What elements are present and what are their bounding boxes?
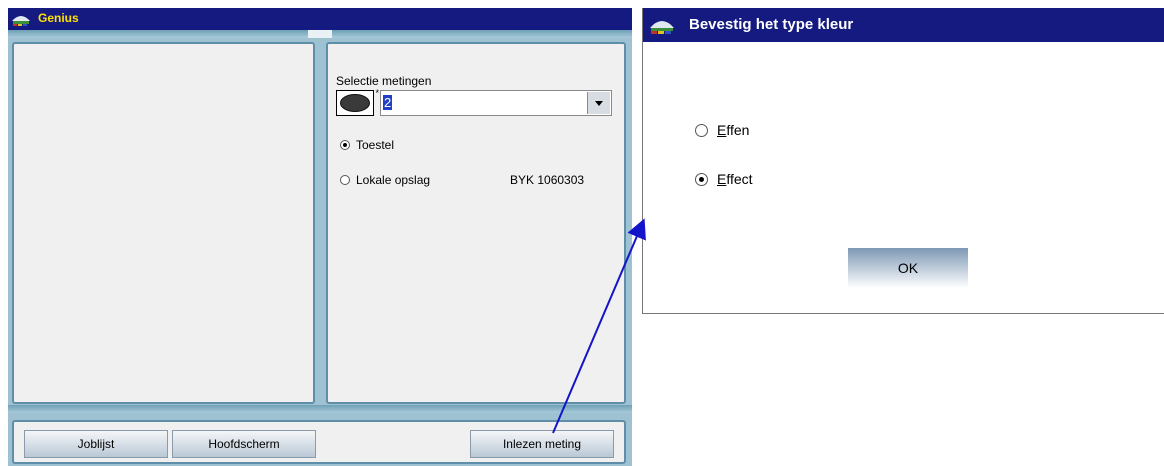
annotation-arrow — [552, 218, 646, 434]
